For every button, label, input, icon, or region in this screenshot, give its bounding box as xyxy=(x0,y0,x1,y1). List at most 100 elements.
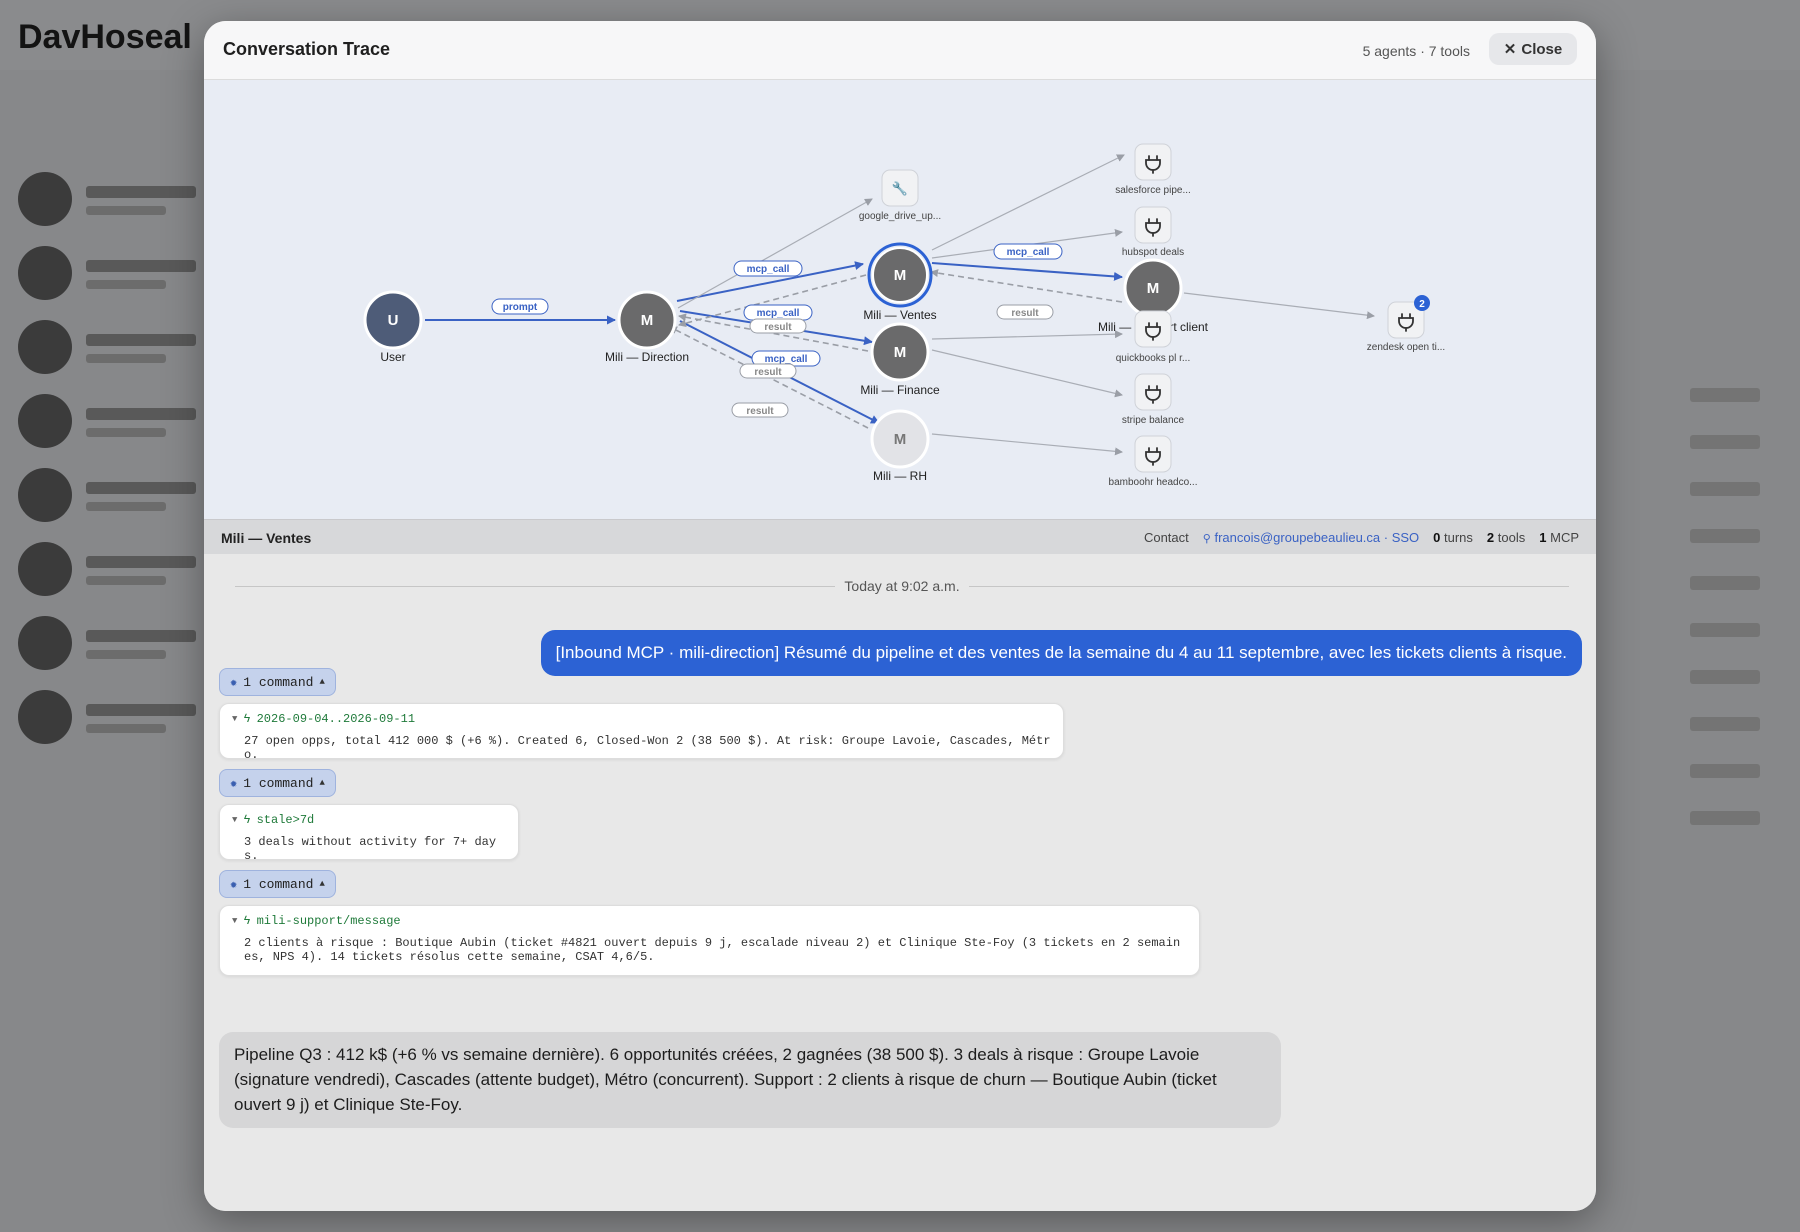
edge-label-mcp-call-finance: mcp_call xyxy=(743,304,813,321)
svg-text:mcp_call: mcp_call xyxy=(747,264,790,275)
svg-text:result: result xyxy=(754,367,782,378)
edge-label-mcp-call-support: mcp_call xyxy=(993,243,1063,260)
bolt-icon: ϟ xyxy=(243,813,251,827)
edge-label-mcp-call-ventes: mcp_call xyxy=(733,260,803,277)
collapse-icon[interactable]: ▼ xyxy=(232,916,237,926)
turns-stat: 0 turns xyxy=(1433,530,1473,545)
svg-text:mcp_call: mcp_call xyxy=(765,354,808,365)
command-output: 3 deals without activity for 7+ days. xyxy=(244,835,497,863)
trace-graph-svg: prompt mcp_call mcp_call result mcp_call… xyxy=(363,143,1445,488)
turns-label: turns xyxy=(1444,530,1473,545)
svg-text:stripe balance: stripe balance xyxy=(1122,415,1185,426)
modal-title: Conversation Trace xyxy=(223,39,391,59)
svg-text:prompt: prompt xyxy=(503,302,538,313)
agent-info-bar: Mili — Ventes Contact ⚲ francois@groupeb… xyxy=(204,519,1596,555)
chat-transcript[interactable]: Today at 9:02 a.m. [Inbound MCP · mili-d… xyxy=(204,554,1596,1211)
command-toggle[interactable]: ✹ 1 command ▲ xyxy=(219,870,336,898)
svg-text:Mili — RH: Mili — RH xyxy=(873,469,927,483)
zendesk-count-badge: 2 xyxy=(1414,295,1430,311)
assistant-message-text: Pipeline Q3 : 412 k$ (+6 % vs semaine de… xyxy=(234,1045,1217,1114)
date-separator: Today at 9:02 a.m. xyxy=(235,576,1569,596)
modal-meta: 5 agents · 7 tools xyxy=(1362,43,1470,59)
edge-label-result-support: result xyxy=(996,304,1054,320)
command-card: ▼ ϟ mili-support/message 2 clients à ris… xyxy=(219,905,1200,976)
edge-label-result-rh: result xyxy=(731,402,789,418)
command-toggle[interactable]: ✹ 1 command ▲ xyxy=(219,769,336,797)
turns-count: 0 xyxy=(1433,530,1441,545)
svg-text:mcp_call: mcp_call xyxy=(1007,247,1050,258)
gear-icon: ✹ xyxy=(230,675,238,690)
contact-email: francois@groupebeaulieu.ca · SSO xyxy=(1214,530,1420,545)
tool-salesforce[interactable]: salesforce pipe... xyxy=(1115,143,1191,196)
command-card: ▼ ϟ stale>7d 3 deals without activity fo… xyxy=(219,804,519,863)
svg-text:Mili — Direction: Mili — Direction xyxy=(605,350,689,364)
command-toggle[interactable]: ✹ 1 command ▲ xyxy=(219,668,336,696)
node-mili-ventes[interactable]: M Mili — Ventes xyxy=(863,242,937,322)
svg-text:quickbooks pl r...: quickbooks pl r... xyxy=(1116,353,1190,364)
modal-header: Conversation Trace 5 agents · 7 tools ✕ … xyxy=(204,21,1596,80)
edge-finance-stripe xyxy=(931,349,1123,398)
svg-text:Mili — Finance: Mili — Finance xyxy=(860,383,940,397)
chevron-up-icon: ▲ xyxy=(319,778,325,788)
tool-stripe[interactable]: stripe balance xyxy=(1122,373,1185,426)
svg-text:mcp_call: mcp_call xyxy=(757,308,800,319)
edge-label-result-ventes: result xyxy=(749,318,807,334)
tools-count: 2 xyxy=(1486,530,1495,545)
mcp-label: MCP xyxy=(1550,530,1579,545)
edge-direction-google-drive xyxy=(677,198,873,309)
user-message-text: [Inbound MCP · mili-direction] Résumé du… xyxy=(555,643,1567,662)
contact-label: Contact xyxy=(1143,530,1189,545)
assistant-message-bubble: Pipeline Q3 : 412 k$ (+6 % vs semaine de… xyxy=(219,1032,1281,1128)
node-mili-rh[interactable]: M Mili — RH xyxy=(870,409,930,483)
tool-google-drive[interactable]: 🔧 google_drive_up... xyxy=(859,169,941,222)
svg-text:M: M xyxy=(894,431,907,448)
chevron-up-icon: ▲ xyxy=(319,879,325,889)
contact-email-link[interactable]: ⚲ francois@groupebeaulieu.ca · SSO xyxy=(1203,530,1419,545)
svg-text:M: M xyxy=(894,267,907,284)
edge-support-ventes-result xyxy=(930,269,1123,303)
command-count: 1 command xyxy=(243,775,314,791)
close-label: Close xyxy=(1521,40,1563,58)
tool-bamboohr[interactable]: bamboohr headco... xyxy=(1109,435,1198,488)
tool-quickbooks[interactable]: quickbooks pl r... xyxy=(1116,310,1190,364)
bolt-icon: ϟ xyxy=(243,914,251,928)
edge-label-result-finance: result xyxy=(739,363,797,379)
edge-rh-bamboohr xyxy=(931,433,1123,456)
command-count: 1 command xyxy=(243,876,314,892)
user-message-bubble: [Inbound MCP · mili-direction] Résumé du… xyxy=(540,630,1582,676)
mcp-count: 1 xyxy=(1539,530,1547,545)
tool-zendesk[interactable]: 2 zendesk open ti... xyxy=(1367,295,1445,353)
command-name: stale>7d xyxy=(256,813,315,827)
command-name: 2026-09-04..2026-09-11 xyxy=(256,712,416,726)
tools-label: tools xyxy=(1497,530,1526,545)
gear-icon: ✹ xyxy=(230,776,238,791)
node-mili-finance[interactable]: M Mili — Finance xyxy=(860,322,940,397)
trace-graph: prompt mcp_call mcp_call result mcp_call… xyxy=(204,80,1596,519)
svg-text:M: M xyxy=(894,344,907,361)
edge-support-zendesk xyxy=(1183,292,1375,320)
edge-ventes-support xyxy=(931,262,1123,281)
edge-label-prompt: prompt xyxy=(491,298,549,315)
user-icon: ⚲ xyxy=(1202,533,1211,545)
svg-text:M: M xyxy=(1147,280,1160,297)
svg-text:hubspot deals: hubspot deals xyxy=(1122,247,1184,258)
command-output: 2 clients à risque : Boutique Aubin (tic… xyxy=(244,936,1181,964)
node-user[interactable]: U User xyxy=(363,290,423,364)
command-output: 27 open opps, total 412 000 $ (+6 %). Cr… xyxy=(244,734,1051,762)
svg-text:salesforce pipe...: salesforce pipe... xyxy=(1115,185,1191,196)
edge-finance-quickbooks xyxy=(931,330,1123,340)
svg-text:bamboohr headco...: bamboohr headco... xyxy=(1109,477,1198,488)
tool-hubspot[interactable]: hubspot deals xyxy=(1122,206,1184,258)
close-button[interactable]: ✕ Close xyxy=(1489,33,1577,65)
node-mili-direction[interactable]: M Mili — Direction xyxy=(605,290,689,364)
agent-name: Mili — Ventes xyxy=(221,530,312,546)
date-label: Today at 9:02 a.m. xyxy=(836,578,968,594)
svg-text:Mili — Ventes: Mili — Ventes xyxy=(863,308,936,322)
bolt-icon: ϟ xyxy=(243,712,251,726)
tools-stat: 2 tools xyxy=(1487,530,1525,545)
svg-text:U: U xyxy=(388,312,399,329)
collapse-icon[interactable]: ▼ xyxy=(232,815,237,825)
command-name: mili-support/message xyxy=(256,914,401,928)
svg-text:User: User xyxy=(380,350,405,364)
collapse-icon[interactable]: ▼ xyxy=(232,714,237,724)
